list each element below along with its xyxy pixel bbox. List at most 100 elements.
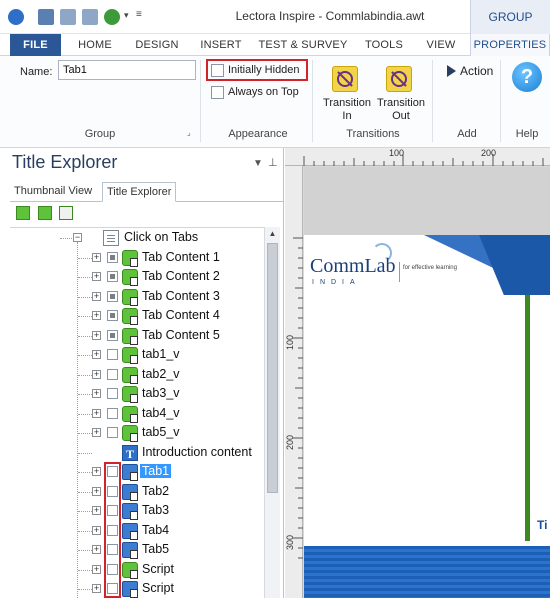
add-chapter-icon[interactable] (16, 206, 30, 220)
tree-connector (78, 277, 92, 278)
name-input[interactable] (58, 60, 196, 80)
tree-row[interactable]: + tab4_v (10, 405, 266, 424)
expand-icon[interactable]: + (92, 564, 101, 574)
tree-row[interactable]: + Tab Content 4 (10, 307, 266, 326)
tab-tools[interactable]: TOOLS (358, 34, 410, 56)
expand-icon[interactable]: + (92, 408, 101, 418)
app-logo-icon[interactable] (8, 9, 24, 25)
visibility-checkbox[interactable] (107, 388, 118, 399)
tree-row[interactable]: + Script (10, 580, 266, 598)
visibility-checkbox[interactable] (107, 368, 118, 380)
button-icon (122, 503, 138, 520)
customize-qat-icon[interactable]: ≡ (136, 9, 142, 20)
tab-title-explorer[interactable]: Title Explorer (102, 182, 177, 202)
tab-properties[interactable]: PROPERTIES (470, 34, 550, 57)
expand-icon[interactable]: + (92, 467, 101, 476)
group-icon (122, 249, 138, 267)
initially-hidden-checkbox[interactable] (211, 64, 224, 77)
title-explorer-panel: Title Explorer ▼ ⊥ Thumbnail View Title … (0, 148, 284, 598)
ruler-label: 100 (285, 334, 295, 350)
pin-icon[interactable]: ⊥ (268, 156, 278, 169)
action-label: Action (460, 64, 494, 78)
tree-scrollbar[interactable]: ▲ (264, 227, 280, 598)
visibility-checkbox[interactable] (107, 290, 118, 302)
visibility-checkbox[interactable] (107, 329, 118, 341)
tree-row-label: Tab3 (142, 503, 170, 517)
expand-icon[interactable]: + (92, 272, 101, 281)
scroll-thumb[interactable] (267, 243, 278, 493)
expand-icon[interactable]: + (92, 525, 101, 535)
tab-view[interactable]: VIEW (418, 34, 464, 56)
visibility-checkbox[interactable] (107, 407, 118, 419)
expand-icon[interactable]: + (92, 389, 101, 398)
tree-row[interactable]: + Tab1 (10, 463, 266, 482)
tree-row[interactable]: + tab1_v (10, 346, 266, 365)
visibility-checkbox[interactable] (107, 310, 118, 321)
tree-row[interactable]: + Tab5 (10, 541, 266, 560)
tab-home[interactable]: HOME (70, 34, 120, 56)
always-on-top-checkbox[interactable] (211, 86, 224, 99)
redo-icon[interactable] (82, 9, 98, 25)
expand-icon[interactable]: + (92, 369, 101, 379)
transition-in-button[interactable]: Transition In (320, 60, 374, 124)
help-icon[interactable]: ? (512, 62, 542, 92)
expand-icon[interactable]: + (92, 291, 101, 301)
always-on-top-label: Always on Top (228, 86, 299, 98)
tree-row[interactable]: + Tab3 (10, 502, 266, 521)
tree-row[interactable]: + Tab Content 1 (10, 249, 266, 268)
tab-file[interactable]: FILE (10, 34, 61, 56)
title-tree: − Click on Tabs + Tab Content 1 + Tab Content… (10, 227, 280, 598)
save-icon[interactable] (38, 9, 54, 25)
expand-icon[interactable]: + (92, 486, 101, 496)
tree-row[interactable]: + tab5_v (10, 424, 266, 443)
tree-row[interactable]: + tab2_v (10, 366, 266, 385)
tree-row[interactable]: + Tab Content 3 (10, 288, 266, 307)
expand-icon[interactable]: + (92, 545, 101, 554)
add-section-icon[interactable] (38, 206, 52, 220)
tab-design[interactable]: DESIGN (128, 34, 186, 56)
tree-connector (78, 550, 92, 551)
tab-test-survey[interactable]: TEST & SURVEY (256, 34, 350, 56)
tree-row[interactable]: + Script (10, 561, 266, 580)
group-icon (122, 386, 138, 403)
panel-dropdown-icon[interactable]: ▼ (253, 158, 263, 169)
dialog-launcher-icon[interactable]: ⌟ (187, 128, 191, 137)
transition-out-button[interactable]: Transition Out (374, 60, 428, 124)
tree-row[interactable]: + Tab2 (10, 483, 266, 502)
scroll-up-arrow-icon[interactable]: ▲ (265, 227, 280, 241)
button-icon (122, 581, 138, 598)
add-page-icon[interactable] (59, 206, 73, 220)
expand-icon[interactable]: + (92, 350, 101, 359)
expand-icon[interactable]: + (92, 584, 101, 593)
tree-row[interactable]: T Introduction content (10, 444, 266, 463)
tree-connector (78, 452, 92, 454)
tab-thumbnail-view[interactable]: Thumbnail View (10, 182, 96, 202)
slide-page[interactable]: CommLab INDIA for effective learning Ti (304, 235, 550, 598)
expand-icon[interactable]: + (92, 311, 101, 320)
action-button[interactable]: Action (440, 62, 496, 80)
collapse-icon[interactable]: − (73, 233, 82, 242)
contextual-group-label: GROUP (470, 0, 550, 34)
visibility-checkbox[interactable] (107, 251, 118, 263)
expand-icon[interactable]: + (92, 330, 101, 340)
visibility-checkbox[interactable] (107, 427, 118, 438)
tab-insert[interactable]: INSERT (194, 34, 248, 56)
qat-dropdown-icon[interactable]: ▾ (124, 10, 129, 21)
preview-globe-icon[interactable] (104, 9, 120, 25)
tree-row[interactable]: − Click on Tabs (10, 229, 266, 248)
tree-row[interactable]: + Tab Content 5 (10, 327, 266, 346)
tree-row[interactable]: + tab3_v (10, 385, 266, 404)
expand-icon[interactable]: + (92, 428, 101, 437)
visibility-checkbox[interactable] (107, 271, 118, 282)
visibility-checkbox[interactable] (107, 349, 118, 360)
tree-connector (78, 511, 92, 512)
expand-icon[interactable]: + (92, 506, 101, 515)
tree-row[interactable]: + Tab4 (10, 522, 266, 541)
tree-connector (78, 433, 92, 434)
slide-title-partial: Ti (537, 518, 548, 532)
expand-icon[interactable]: + (92, 252, 101, 262)
undo-icon[interactable] (60, 9, 76, 25)
tree-connector (60, 238, 74, 239)
tree-row[interactable]: + Tab Content 2 (10, 268, 266, 287)
group-icon (122, 347, 138, 364)
